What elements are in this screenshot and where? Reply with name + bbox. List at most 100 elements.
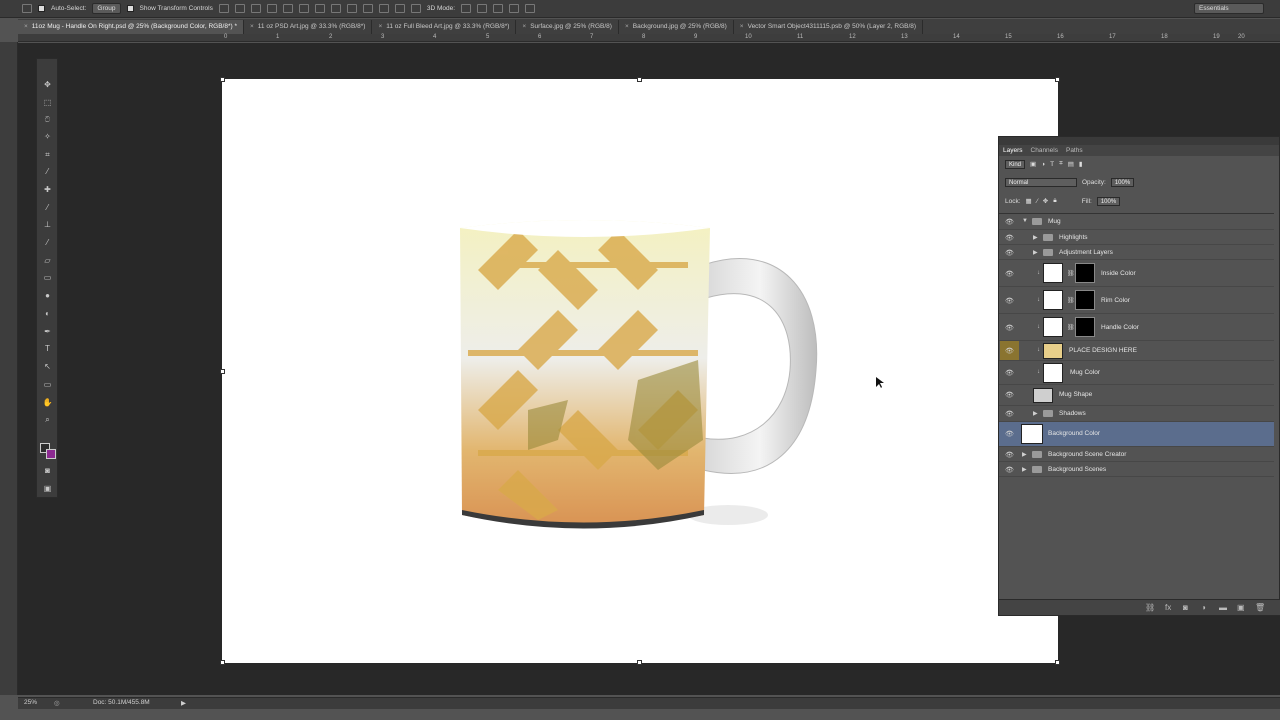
layer-row[interactable]: 👁︎ ▶ Adjustment Layers (999, 245, 1274, 260)
close-icon[interactable]: × (250, 23, 254, 30)
zoom-tool-icon[interactable]: ⌕ (41, 414, 54, 425)
quick-mask-icon[interactable]: ◙ (41, 465, 54, 476)
align-right-icon[interactable] (298, 4, 309, 13)
ruler-vertical[interactable] (0, 42, 18, 695)
close-icon[interactable]: × (625, 23, 629, 30)
visibility-eye-icon[interactable]: 👁︎ (1005, 347, 1015, 355)
visibility-eye-icon[interactable]: 👁︎ (1005, 218, 1015, 226)
new-layer-icon[interactable]: ▣ (1237, 603, 1245, 612)
shape-filter-icon[interactable]: ⌗ (1059, 160, 1063, 168)
layer-row[interactable]: 👁︎ ↓ Mug Color (999, 361, 1274, 385)
adjustment-filter-icon[interactable]: ◑ (1041, 161, 1045, 168)
adjustment-layer-icon[interactable]: ◑ (1201, 603, 1206, 612)
tab-layers[interactable]: Layers (1003, 147, 1023, 154)
layer-row[interactable]: 👁︎ Mug Shape (999, 385, 1274, 406)
lock-transparent-icon[interactable]: ▦ (1026, 197, 1032, 205)
3d-slide-icon[interactable] (509, 4, 520, 13)
lasso-tool-icon[interactable]: ට (41, 114, 54, 125)
blur-tool-icon[interactable]: ● (41, 290, 54, 301)
expand-arrow-icon[interactable]: ▶ (1033, 249, 1038, 256)
background-color-swatch[interactable] (46, 449, 56, 459)
layer-row[interactable]: 👁︎ ▶ Highlights (999, 230, 1274, 245)
auto-select-dropdown[interactable]: Group (92, 3, 121, 14)
layer-row[interactable]: 👁︎ ↓ ⛓︎ Rim Color (999, 287, 1274, 314)
transform-handle[interactable] (637, 77, 642, 82)
eraser-tool-icon[interactable]: ▱ (41, 255, 54, 266)
layer-mask-thumbnail[interactable] (1075, 290, 1095, 310)
close-icon[interactable]: × (378, 23, 382, 30)
distribute-right-icon[interactable] (394, 4, 405, 13)
shape-tool-icon[interactable]: ▭ (41, 379, 54, 390)
distribute-center-icon[interactable] (378, 4, 389, 13)
gradient-tool-icon[interactable]: ▭ (41, 272, 54, 283)
close-icon[interactable]: × (740, 23, 744, 30)
opacity-input[interactable]: 100% (1110, 177, 1135, 187)
show-transform-checkbox[interactable] (126, 5, 134, 12)
link-icon[interactable]: ⛓︎ (1067, 297, 1075, 304)
distribute-top-icon[interactable] (314, 4, 325, 13)
link-icon[interactable]: ⛓︎ (1067, 270, 1075, 277)
lock-image-icon[interactable]: ⁄ (1037, 198, 1038, 205)
transform-handle[interactable] (637, 660, 642, 665)
collapse-arrow-icon[interactable]: ▼ (1022, 218, 1028, 224)
visibility-eye-icon[interactable]: 👁︎ (1005, 297, 1015, 305)
auto-align-icon[interactable] (410, 4, 421, 13)
lock-all-icon[interactable]: 🔒︎ (1053, 197, 1056, 205)
move-tool-icon[interactable] (22, 4, 32, 13)
expand-arrow-icon[interactable]: ▶ (1022, 466, 1027, 473)
visibility-eye-icon[interactable]: 👁︎ (1005, 466, 1015, 474)
transform-handle[interactable] (220, 77, 225, 82)
layer-row-selected[interactable]: 👁︎ Background Color (999, 422, 1274, 447)
healing-brush-tool-icon[interactable]: ✚ (41, 184, 54, 195)
visibility-eye-icon[interactable]: 👁︎ (1005, 369, 1015, 377)
tab-surface[interactable]: × Surface.jpg @ 25% (RGB/8) (516, 20, 619, 34)
layer-row[interactable]: 👁︎ ▶ Shadows (999, 406, 1274, 422)
layer-row[interactable]: 👁︎ ↓ ⛓︎ Handle Color (999, 314, 1274, 341)
marquee-tool-icon[interactable]: ⬚ (41, 97, 54, 108)
crop-tool-icon[interactable]: ⌗ (41, 149, 54, 160)
3d-drag-icon[interactable] (493, 4, 504, 13)
close-icon[interactable]: × (522, 23, 526, 30)
screen-mode-icon[interactable]: ▣ (41, 483, 54, 494)
blend-mode-dropdown[interactable]: Normal (1005, 177, 1077, 187)
clone-stamp-tool-icon[interactable]: ⊥ (41, 219, 54, 230)
3d-rotate-icon[interactable] (461, 4, 472, 13)
zoom-level[interactable]: 25% (24, 699, 37, 706)
visibility-eye-icon[interactable]: 👁︎ (1005, 249, 1015, 257)
layer-row[interactable]: 👁︎ ▶ Background Scenes (999, 462, 1274, 477)
align-bottom-icon[interactable] (250, 4, 261, 13)
workspace-switcher[interactable]: Essentials (1194, 3, 1264, 14)
path-selection-tool-icon[interactable]: ↖ (41, 361, 54, 372)
layer-style-icon[interactable]: fx (1165, 603, 1171, 612)
layer-row[interactable]: 👁︎ ↓ ⛓︎ Inside Color (999, 260, 1274, 287)
visibility-eye-icon[interactable]: 👁︎ (1005, 430, 1015, 438)
smart-object-filter-icon[interactable]: ▤ (1068, 160, 1074, 168)
align-left-icon[interactable] (266, 4, 277, 13)
tab-vector-smart-object[interactable]: × Vector Smart Object4311115.psb @ 50% (L… (734, 20, 924, 34)
transform-handle[interactable] (220, 660, 225, 665)
visibility-eye-icon[interactable]: 👁︎ (1005, 451, 1015, 459)
distribute-middle-icon[interactable] (330, 4, 341, 13)
link-icon[interactable]: ⛓︎ (1067, 324, 1075, 331)
pen-tool-icon[interactable]: ✒ (41, 326, 54, 337)
link-layers-icon[interactable]: ⛓︎ (1145, 603, 1155, 612)
tab-full-bleed-art[interactable]: × 11 oz Full Bleed Art.jpg @ 33.3% (RGB/8… (372, 20, 517, 34)
visibility-eye-icon[interactable]: 👁︎ (1005, 391, 1015, 399)
layer-mask-thumbnail[interactable] (1075, 317, 1095, 337)
eyedropper-tool-icon[interactable]: ⁄ (41, 166, 54, 177)
expand-arrow-icon[interactable]: ▶ (1033, 410, 1038, 417)
history-brush-tool-icon[interactable]: ⁄ (41, 237, 54, 248)
brush-tool-icon[interactable]: ⁄ (41, 202, 54, 213)
add-mask-icon[interactable]: ◙ (1183, 603, 1188, 612)
transform-handle[interactable] (1055, 660, 1060, 665)
dodge-tool-icon[interactable]: ◐ (41, 308, 54, 319)
align-top-icon[interactable] (218, 4, 229, 13)
layer-mask-thumbnail[interactable] (1075, 263, 1095, 283)
visibility-eye-icon[interactable]: 👁︎ (1005, 324, 1015, 332)
transform-handle[interactable] (220, 369, 225, 374)
distribute-left-icon[interactable] (362, 4, 373, 13)
kind-filter-dropdown[interactable]: Kind (1005, 159, 1026, 169)
magic-wand-tool-icon[interactable]: ✧ (41, 131, 54, 142)
status-menu-arrow-icon[interactable]: ▶ (181, 699, 186, 707)
tab-psd-art[interactable]: × 11 oz PSD Art.jpg @ 33.3% (RGB/8*) (244, 20, 373, 34)
